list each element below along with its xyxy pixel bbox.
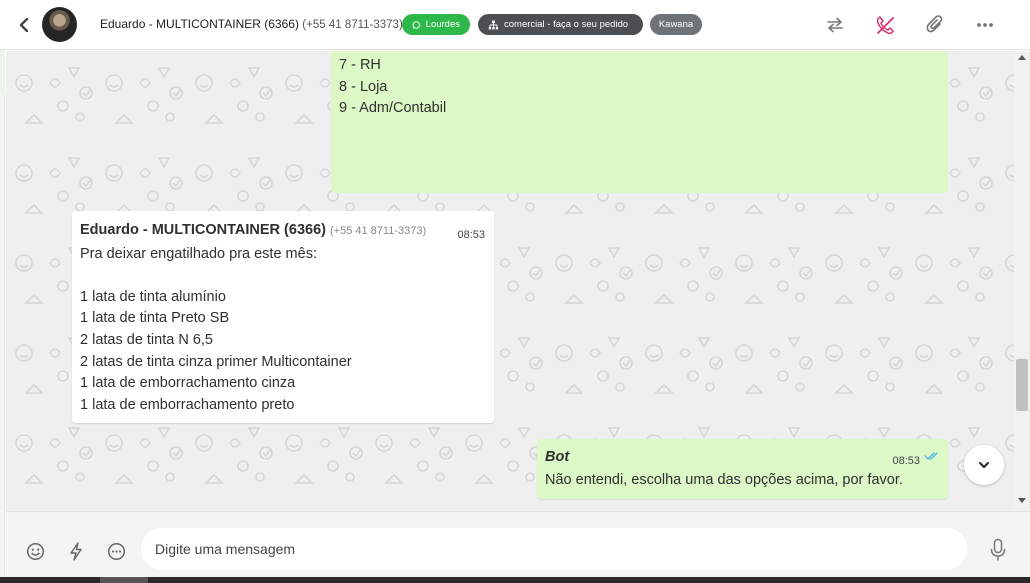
tag-department[interactable]: comercial - faça o seu pedido: [478, 14, 643, 35]
message-time: 08:53: [892, 455, 920, 467]
scroll-down-arrow[interactable]: [1018, 498, 1026, 503]
more-options-icon: [977, 23, 993, 27]
tag-label: Lourdes: [425, 19, 460, 30]
whatsapp-icon: [412, 20, 421, 29]
message-line: [80, 265, 486, 287]
scroll-up-arrow[interactable]: [1018, 55, 1026, 60]
message-body: Não entendi, escolha uma das opções acim…: [545, 471, 903, 488]
sender-name: Eduardo - MULTICONTAINER (6366): [80, 222, 326, 238]
attach-button[interactable]: [924, 14, 946, 36]
emoji-icon: [26, 542, 44, 560]
back-button[interactable]: [14, 15, 34, 35]
quick-replies-button[interactable]: [65, 540, 87, 562]
message-list[interactable]: 7 - RH 8 - Loja 9 - Adm/Contabil Eduardo…: [6, 51, 1014, 511]
chat-header: Eduardo - MULTICONTAINER (6366) (+55 41 …: [0, 0, 1030, 50]
message-line: 2 latas de tinta N 6,5: [80, 331, 213, 348]
window-bottom-bar: [0, 577, 1030, 583]
tag-label: comercial - faça o seu pedido: [504, 19, 629, 30]
transfer-button[interactable]: [824, 14, 846, 36]
avatar[interactable]: [42, 7, 77, 42]
paperclip-icon: [926, 15, 943, 33]
message-sender: Bot: [545, 449, 570, 465]
read-receipt-icon: [924, 452, 938, 460]
message-line: 8 - Loja: [339, 78, 388, 95]
sender-phone: (+55 41 8711-3373): [329, 225, 427, 237]
message-composer: [6, 511, 1030, 577]
scroll-thumb[interactable]: [1016, 359, 1028, 411]
end-call-icon: [876, 16, 894, 35]
contact-phone: (+55 41 8711-3373): [302, 19, 403, 31]
bottom-bar-segment: [100, 577, 148, 583]
message-body: Pra deixar engatilhado pra este mês: 1 l…: [80, 244, 486, 417]
contact-name: Eduardo - MULTICONTAINER (6366): [100, 17, 299, 31]
sitemap-icon: [488, 20, 499, 29]
tag-label: Kawana: [658, 19, 694, 30]
chevron-left-icon: [19, 18, 29, 32]
message-time: 08:53: [457, 229, 485, 241]
tag-kawana[interactable]: Kawana: [650, 14, 702, 35]
microphone-icon: [990, 538, 1006, 561]
voice-record-button[interactable]: [987, 537, 1009, 563]
incoming-message[interactable]: Eduardo - MULTICONTAINER (6366) (+55 41 8…: [72, 211, 494, 423]
more-options-button[interactable]: [974, 14, 996, 36]
message-line: 2 latas de tinta cinza primer Multiconta…: [80, 353, 352, 370]
message-line: 1 lata de tinta alumínio: [80, 288, 226, 305]
end-call-button[interactable]: [874, 14, 896, 36]
chat-scrollbar[interactable]: [1014, 51, 1030, 511]
bot-message[interactable]: Bot 08:53 Não entendi, escolha uma das o…: [537, 439, 948, 499]
message-line: 9 - Adm/Contabil: [339, 100, 447, 117]
scroll-to-bottom-button[interactable]: [964, 445, 1004, 485]
message-line: 1 lata de emborrachamento cinza: [80, 375, 296, 392]
message-line: 7 - RH: [339, 57, 381, 73]
message-line: Pra deixar engatilhado pra este mês:: [80, 245, 317, 262]
chevron-down-icon: [979, 462, 989, 468]
message-input[interactable]: [141, 528, 967, 570]
message-line: 1 lata de tinta Preto SB: [80, 310, 230, 327]
outgoing-message[interactable]: 7 - RH 8 - Loja 9 - Adm/Contabil: [331, 51, 948, 193]
lightning-icon: [70, 541, 82, 561]
message-sender: Eduardo - MULTICONTAINER (6366) (+55 41 8…: [80, 220, 486, 243]
left-panel-edge: [0, 0, 5, 583]
selected-chat-highlight: [0, 50, 5, 94]
contact-title[interactable]: Eduardo - MULTICONTAINER (6366) (+55 41 …: [100, 17, 403, 31]
chat-bubble-icon: [107, 542, 125, 560]
transfer-icon: [827, 17, 843, 33]
chat-options-button[interactable]: [105, 540, 127, 562]
emoji-button[interactable]: [24, 540, 46, 562]
tag-lourdes[interactable]: Lourdes: [402, 14, 470, 35]
message-line: 1 lata de emborrachamento preto: [80, 396, 295, 413]
